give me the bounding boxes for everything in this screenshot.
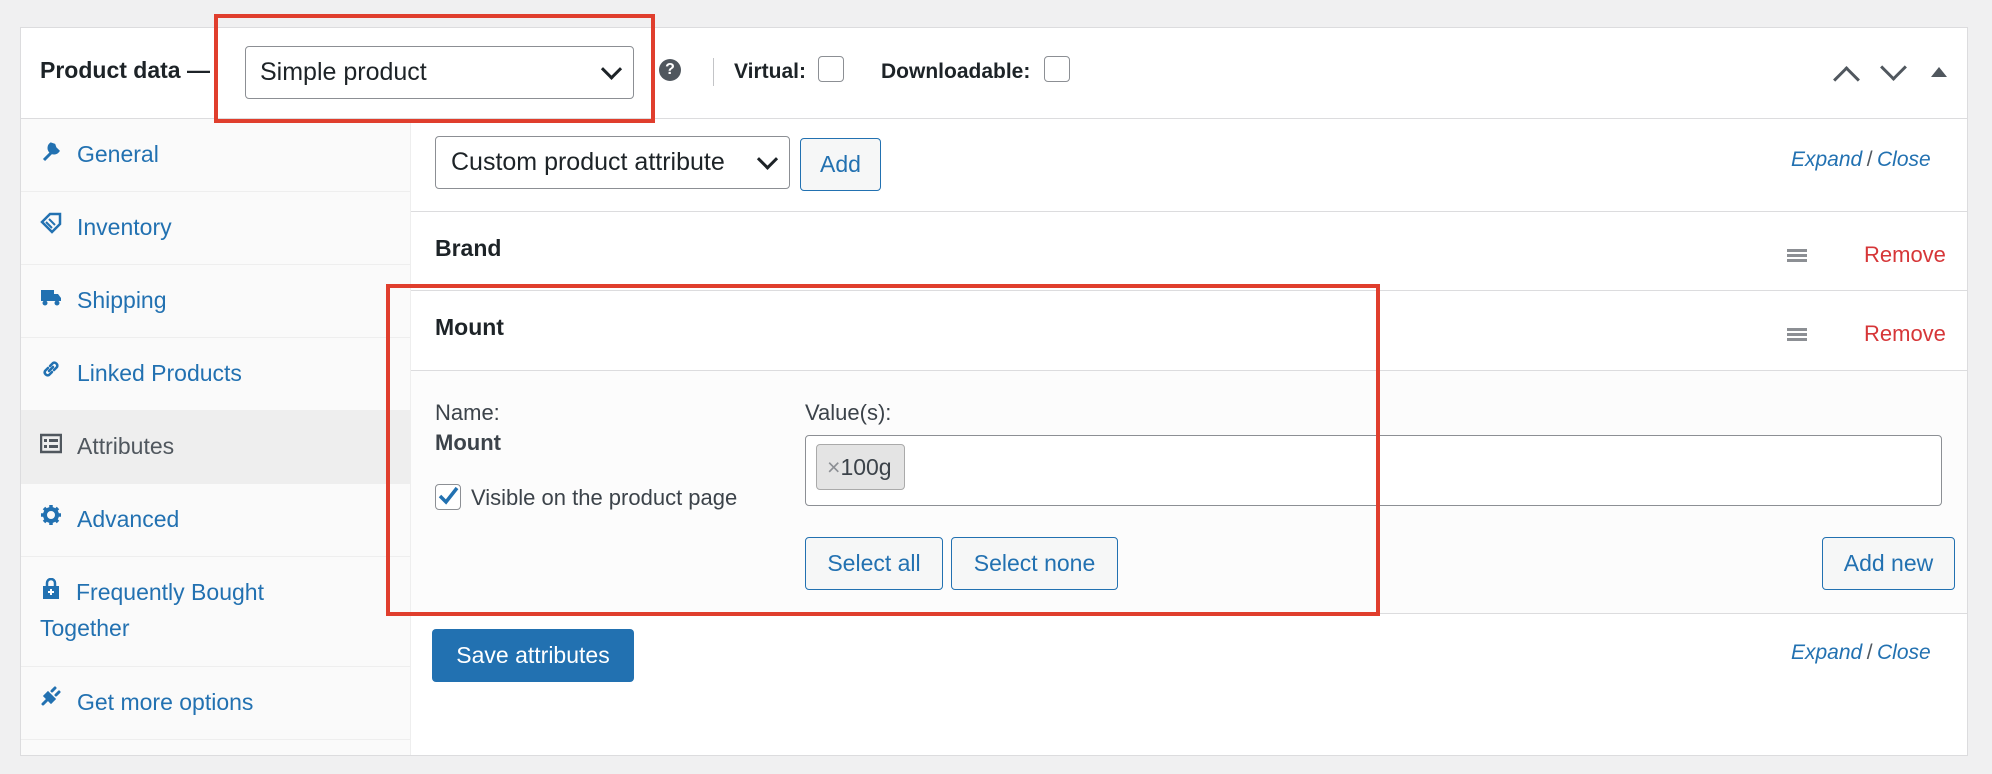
save-attributes-button[interactable]: Save attributes [432, 629, 634, 682]
list-icon [40, 433, 62, 454]
plug-icon [41, 686, 61, 706]
link-icon [43, 361, 59, 377]
tab-label: Inventory [77, 214, 172, 240]
link-separator: / [1866, 641, 1873, 664]
chevron-down-icon[interactable] [756, 148, 779, 170]
attribute-type-select[interactable]: Custom product attribute [435, 136, 790, 189]
tab-label: Get more options [77, 689, 254, 715]
attribute-type-value: Custom product attribute [451, 148, 725, 176]
tab-shipping[interactable]: Shipping [21, 265, 410, 338]
wrench-icon [42, 142, 60, 162]
tab-get-more-options[interactable]: Get more options [21, 667, 410, 740]
add-attribute-button[interactable]: Add [800, 138, 881, 191]
virtual-checkbox[interactable] [818, 56, 844, 82]
tab-general[interactable]: General [21, 119, 410, 192]
highlight-mount-attribute [386, 284, 1380, 616]
close-link[interactable]: Close [1877, 148, 1931, 171]
product-data-tabs: General Inventory Shipping Linked Produc… [21, 119, 411, 755]
tab-label: Attributes [77, 433, 175, 459]
tab-linked-products[interactable]: Linked Products [21, 338, 410, 411]
expand-link[interactable]: Expand [1791, 641, 1862, 664]
move-down-icon[interactable] [1880, 54, 1907, 81]
collapse-toggle-icon[interactable] [1931, 67, 1947, 77]
virtual-label: Virtual: [734, 60, 806, 83]
tab-label-continued: Together [40, 615, 130, 641]
tab-label: Linked Products [77, 360, 242, 386]
add-new-button[interactable]: Add new [1822, 537, 1955, 590]
tab-advanced[interactable]: Advanced [21, 484, 410, 557]
attribute-row-brand[interactable]: Brand Remove [411, 211, 1967, 291]
remove-brand-link[interactable]: Remove [1864, 242, 1946, 268]
tab-label: Frequently Bought [76, 579, 264, 605]
panel-title: Product data — [40, 57, 210, 83]
link-separator: / [1866, 148, 1873, 171]
highlight-product-type [214, 14, 655, 123]
tag-icon [40, 212, 62, 234]
remove-mount-link[interactable]: Remove [1864, 321, 1946, 347]
tab-label: Advanced [77, 506, 180, 532]
move-up-icon[interactable] [1833, 66, 1860, 93]
tab-frequently-bought-together[interactable]: Frequently Bought Together [21, 557, 410, 667]
gear-icon [41, 505, 61, 525]
bag-icon [43, 578, 59, 599]
attribute-name: Brand [435, 235, 502, 261]
drag-handle-icon[interactable] [1787, 249, 1807, 262]
help-icon[interactable]: ? [659, 59, 681, 81]
expand-close-links: Expand / Close [1791, 148, 1931, 172]
expand-link[interactable]: Expand [1791, 148, 1862, 171]
tab-label: Shipping [77, 287, 167, 313]
drag-handle-icon[interactable] [1787, 328, 1807, 341]
downloadable-label: Downloadable: [881, 60, 1031, 83]
tab-attributes[interactable]: Attributes [21, 411, 410, 484]
close-link[interactable]: Close [1877, 641, 1931, 664]
divider [713, 58, 714, 86]
tab-label: General [77, 141, 159, 167]
expand-close-links-bottom: Expand / Close [1791, 641, 1931, 665]
downloadable-checkbox[interactable] [1044, 56, 1070, 82]
truck-icon [41, 290, 61, 306]
tab-inventory[interactable]: Inventory [21, 192, 410, 265]
